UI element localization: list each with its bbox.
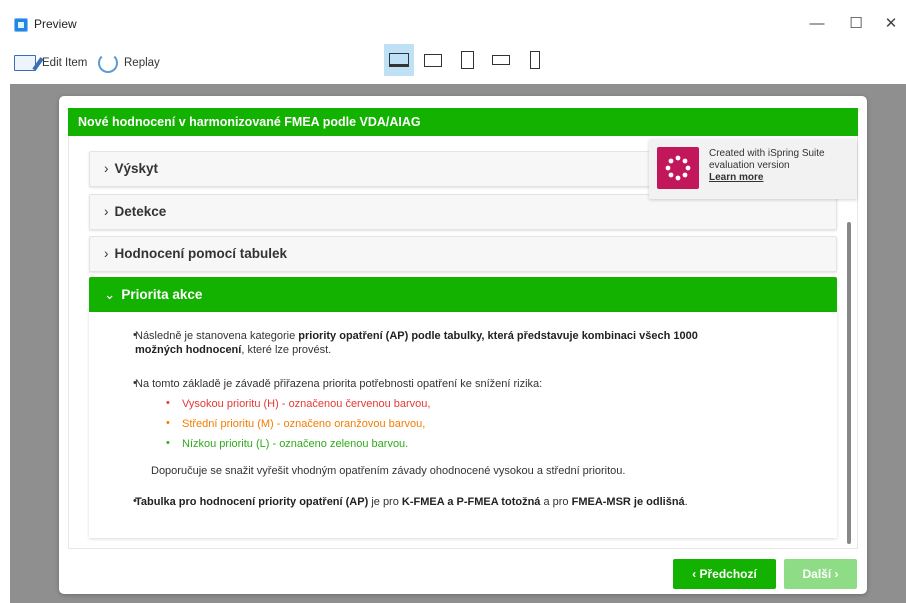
scrollbar[interactable] (847, 222, 851, 544)
edit-icon (14, 55, 36, 71)
next-button[interactable]: Další › (784, 559, 857, 589)
minimize-button[interactable]: — (802, 12, 832, 36)
phone-landscape-icon (492, 55, 510, 65)
edit-item-label: Edit Item (42, 57, 88, 69)
text-bold: priority opatření (AP) podle tabulky, kt… (298, 330, 698, 342)
desktop-view-button[interactable] (384, 44, 414, 76)
replay-icon (98, 53, 118, 73)
accordion-label: Detekce (114, 204, 167, 219)
priority-high: Vysokou prioritu (H) - označenou červeno… (182, 398, 431, 410)
bullet: • (166, 397, 170, 409)
priority-medium: Střední prioritu (M) - označeno oranžovo… (182, 418, 426, 430)
accordion-label: Hodnocení pomocí tabulek (114, 246, 288, 261)
edit-item-button[interactable]: Edit Item (14, 52, 87, 74)
accordion-item-detekce[interactable]: › Detekce (89, 194, 837, 230)
text: a pro (540, 496, 572, 508)
text-bold: Tabulka pro hodnocení priority opatření … (135, 496, 369, 508)
paragraph-table-note: Tabulka pro hodnocení priority opatření … (135, 495, 688, 509)
accordion-item-hodnoceni[interactable]: › Hodnocení pomocí tabulek (89, 236, 837, 272)
accordion-item-priorita[interactable]: ⌄ Priorita akce (89, 277, 837, 313)
watermark-line: Created with iSpring Suite (709, 148, 825, 159)
text-bold: možných hodnocení (135, 344, 242, 356)
previous-button[interactable]: ‹ Předchozí (673, 559, 776, 589)
bullet: • (166, 437, 170, 449)
chevron-right-icon: › (104, 161, 109, 176)
paragraph-ap-category: Následně je stanovena kategorie priority… (135, 329, 698, 357)
window-title: Preview (34, 17, 77, 31)
slide-header: Nové hodnocení v harmonizované FMEA podl… (68, 108, 858, 136)
ispring-watermark: Created with iSpring Suite evaluation ve… (649, 139, 857, 199)
watermark-line: evaluation version (709, 160, 790, 171)
tablet-landscape-button[interactable] (418, 44, 448, 76)
text: je pro (368, 496, 402, 508)
priority-low: Nízkou prioritu (L) - označeno zelenou b… (182, 438, 409, 450)
chevron-down-icon: ⌄ (104, 287, 116, 302)
paragraph-priority-assign: Na tomto základě je závadě přiřazena pri… (135, 378, 543, 390)
accordion-label: Priorita akce (121, 287, 203, 302)
chevron-right-icon: › (104, 204, 109, 219)
replay-label: Replay (124, 57, 160, 69)
bullet: • (166, 417, 170, 429)
text-bold: FMEA-MSR je odlišná (571, 496, 685, 508)
title-bar: Preview — ☐ ✕ (0, 0, 906, 44)
ispring-logo-icon (657, 147, 699, 189)
accordion-label: Výskyt (114, 161, 159, 176)
maximize-button[interactable]: ☐ (841, 12, 871, 36)
chevron-right-icon: › (104, 246, 109, 261)
paragraph-recommendation: Doporučuje se snažit vyřešit vhodným opa… (151, 465, 626, 477)
phone-portrait-button[interactable] (520, 44, 550, 76)
watermark-text: Created with iSpring Suite evaluation ve… (709, 148, 825, 184)
text: , které lze provést. (241, 344, 332, 356)
tablet-portrait-icon (460, 51, 474, 69)
text: Následně je stanovena kategorie (135, 330, 299, 342)
device-selector (384, 44, 550, 76)
text: . (684, 496, 688, 508)
text-bold: K-FMEA a P-FMEA totožná (401, 496, 541, 508)
learn-more-link[interactable]: Learn more (709, 172, 825, 184)
app-icon (14, 18, 28, 32)
replay-button[interactable]: Replay (98, 52, 160, 74)
tablet-portrait-button[interactable] (452, 44, 482, 76)
phone-portrait-icon (530, 51, 540, 69)
accordion-content: • Následně je stanovena kategorie priori… (89, 312, 837, 538)
phone-landscape-button[interactable] (486, 44, 516, 76)
desktop-icon (389, 53, 409, 67)
close-button[interactable]: ✕ (876, 12, 906, 36)
tablet-landscape-icon (424, 53, 442, 67)
